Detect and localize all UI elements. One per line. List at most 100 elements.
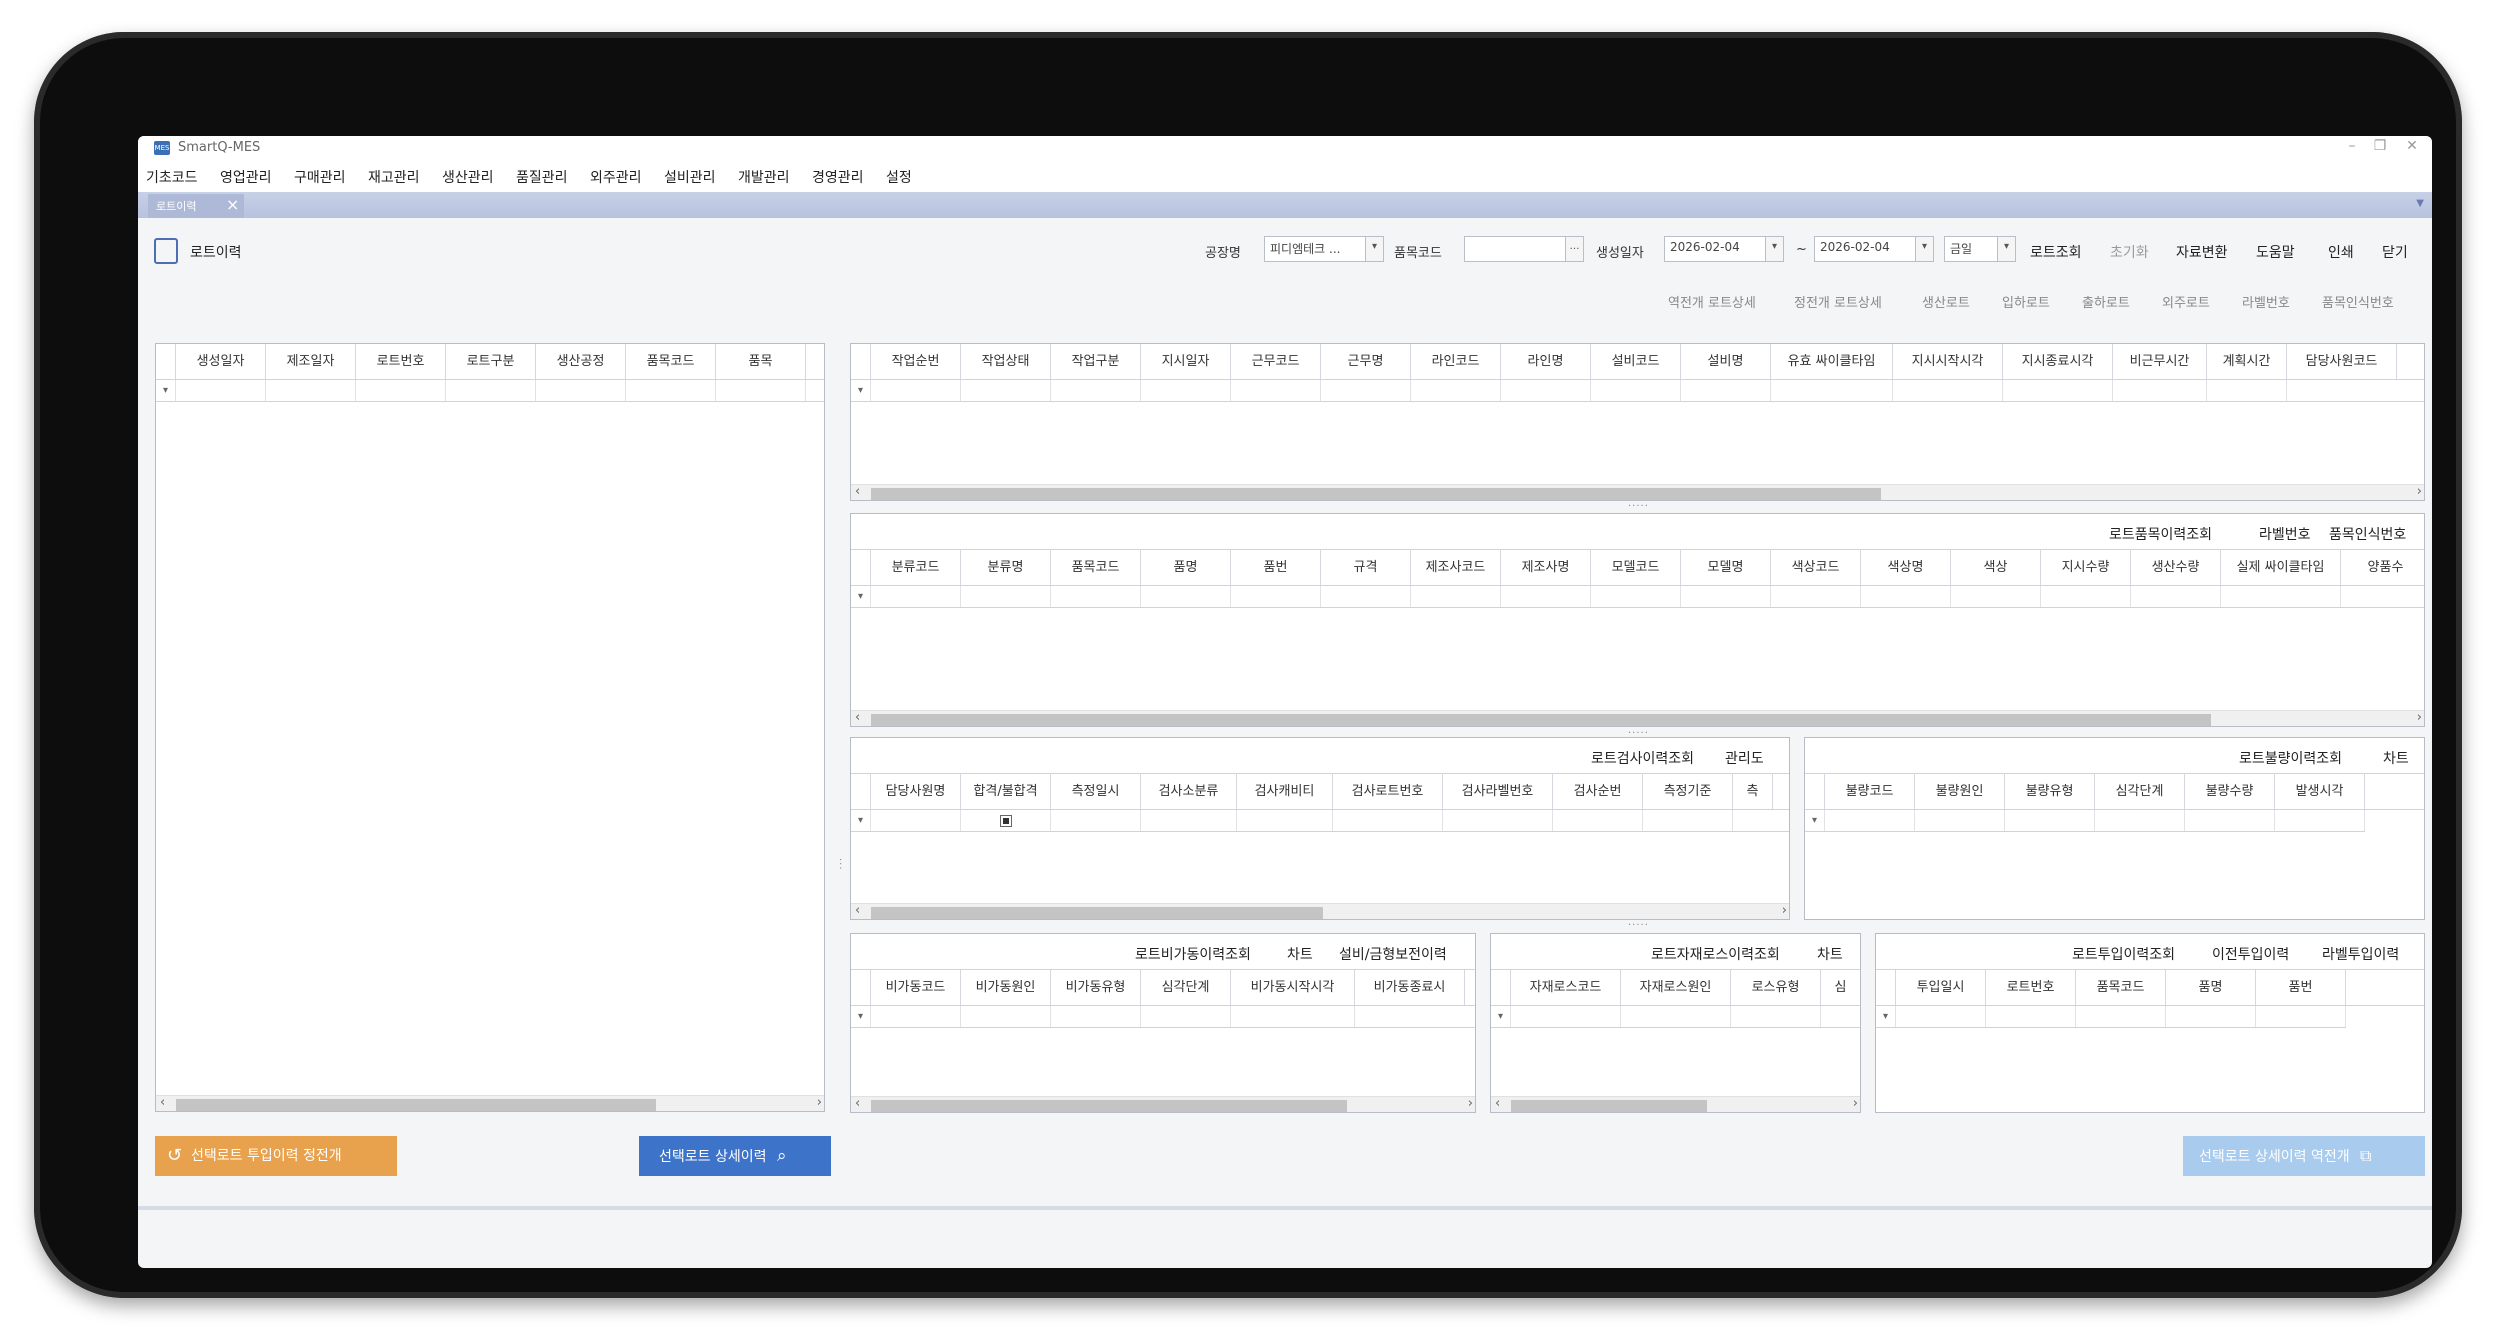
column-header[interactable]: 검사소분류 (1141, 774, 1237, 809)
column-header[interactable]: 제조사코드 (1411, 550, 1501, 585)
column-header[interactable]: 측정일시 (1051, 774, 1141, 809)
menu-inventory[interactable]: 재고관리 (368, 167, 420, 187)
scroll-right-icon[interactable]: › (2417, 484, 2422, 499)
column-header[interactable]: 심 (1821, 970, 1860, 1005)
column-header[interactable]: 검사순번 (1553, 774, 1643, 809)
vertical-splitter-handle[interactable]: ··· (834, 858, 845, 871)
column-header[interactable]: 색상명 (1861, 550, 1951, 585)
filter-row[interactable]: ▾ (851, 1006, 1475, 1028)
menu-settings[interactable]: 설정 (886, 167, 912, 187)
column-header[interactable]: 담당사원명 (871, 774, 961, 809)
scroll-thumb[interactable] (871, 1100, 1347, 1112)
chart-button[interactable]: 차트 (1817, 944, 1843, 964)
previous-input-history-button[interactable]: 이전투입이력 (2212, 944, 2289, 964)
label-number-button[interactable]: 라벨번호 (2259, 524, 2311, 544)
column-header[interactable]: 작업순번 (871, 344, 961, 379)
column-header[interactable]: 심각단계 (1141, 970, 1231, 1005)
column-header[interactable]: 분류명 (961, 550, 1051, 585)
reverse-lot-detail-button[interactable]: 역전개 로트상세 (1668, 292, 1756, 311)
column-header[interactable]: 비가동코드 (871, 970, 961, 1005)
control-chart-button[interactable]: 관리도 (1725, 748, 1764, 768)
column-header[interactable]: 검사로트번호 (1333, 774, 1443, 809)
menu-purchase[interactable]: 구매관리 (294, 167, 346, 187)
menu-basic-code[interactable]: 기초코드 (146, 167, 198, 187)
column-header[interactable]: 로트구분 (446, 344, 536, 379)
filter-row[interactable]: ▾ (1876, 1006, 2346, 1028)
column-header[interactable]: 제조일자 (266, 344, 356, 379)
column-header[interactable]: 품번 (2256, 970, 2346, 1005)
print-button[interactable]: 인쇄 (2328, 242, 2354, 262)
scroll-right-icon[interactable]: › (1468, 1096, 1473, 1111)
splitter-handle[interactable]: ····· (1628, 920, 1649, 931)
column-header[interactable]: 불량유형 (2005, 774, 2095, 809)
receiving-lot-button[interactable]: 입하로트 (2002, 292, 2050, 311)
ellipsis-icon[interactable]: … (1565, 237, 1583, 261)
column-header[interactable]: 비가동시작시각 (1231, 970, 1355, 1005)
column-header[interactable]: 지시수량 (2041, 550, 2131, 585)
scroll-left-icon[interactable]: ‹ (855, 1096, 860, 1111)
column-header[interactable]: 담당사원코드 (2287, 344, 2397, 379)
horizontal-scrollbar[interactable]: ‹ › (851, 1096, 1475, 1112)
column-header[interactable]: 로트번호 (1986, 970, 2076, 1005)
column-header[interactable]: 지시일자 (1141, 344, 1231, 379)
lot-item-history-query-button[interactable]: 로트품목이력조회 (2109, 524, 2212, 544)
scroll-right-icon[interactable]: › (1853, 1096, 1858, 1111)
forward-input-history-button[interactable]: ↺ 선택로트 투입이력 정전개 (155, 1136, 397, 1176)
column-header[interactable]: 생산공정 (536, 344, 626, 379)
horizontal-scrollbar[interactable]: ‹ › (1491, 1096, 1860, 1112)
column-header[interactable]: 품목코드 (626, 344, 716, 379)
column-header[interactable]: 심각단계 (2095, 774, 2185, 809)
lot-defect-query-button[interactable]: 로트불량이력조회 (2239, 748, 2342, 768)
column-header[interactable]: 작업구분 (1051, 344, 1141, 379)
column-header[interactable]: 발생시각 (2275, 774, 2365, 809)
column-header[interactable]: 합격/불합격 (961, 774, 1051, 809)
filter-row[interactable]: ▾ (851, 810, 1789, 832)
column-header[interactable]: 생성일자 (176, 344, 266, 379)
item-code-input[interactable]: … (1464, 236, 1584, 262)
production-lot-button[interactable]: 생산로트 (1922, 292, 1970, 311)
column-header[interactable]: 자재로스코드 (1511, 970, 1621, 1005)
column-header[interactable]: 불량원인 (1915, 774, 2005, 809)
lot-nonoperation-query-button[interactable]: 로트비가동이력조회 (1135, 944, 1251, 964)
date-to-picker[interactable]: 2026-02-04 ▾ (1814, 236, 1934, 262)
column-header[interactable]: 생산수량 (2131, 550, 2221, 585)
minimize-icon[interactable]: – (2342, 138, 2362, 154)
column-header[interactable]: 설비코드 (1591, 344, 1681, 379)
maintenance-history-button[interactable]: 설비/금형보전이력 (1339, 944, 1447, 964)
column-header[interactable]: 로스유형 (1731, 970, 1821, 1005)
horizontal-scrollbar[interactable]: ‹ › (851, 903, 1789, 919)
menu-sales[interactable]: 영업관리 (220, 167, 272, 187)
column-header[interactable]: 분류코드 (871, 550, 961, 585)
column-header[interactable]: 비가동원인 (961, 970, 1051, 1005)
maximize-icon[interactable]: ❐ (2370, 138, 2390, 154)
horizontal-scrollbar[interactable]: ‹ › (851, 484, 2424, 500)
column-header[interactable]: 계획시간 (2207, 344, 2287, 379)
scroll-thumb[interactable] (871, 714, 2211, 726)
forward-lot-detail-button[interactable]: 정전개 로트상세 (1794, 292, 1882, 311)
column-header[interactable]: 측정기준 (1643, 774, 1733, 809)
menu-development[interactable]: 개발관리 (738, 167, 790, 187)
column-header[interactable]: 비근무시간 (2113, 344, 2207, 379)
label-input-history-button[interactable]: 라벨투입이력 (2322, 944, 2399, 964)
filter-row[interactable]: ▾ (1805, 810, 2365, 832)
chevron-down-icon[interactable]: ▾ (1765, 237, 1783, 261)
close-button[interactable]: 닫기 (2382, 242, 2408, 262)
chart-button[interactable]: 차트 (2383, 748, 2409, 768)
column-header[interactable]: 색상코드 (1771, 550, 1861, 585)
column-header[interactable]: 비가동종료시 (1355, 970, 1465, 1005)
label-number-button[interactable]: 라벨번호 (2242, 292, 2290, 311)
filter-row[interactable]: ▾ (156, 380, 824, 402)
column-header[interactable]: 실제 싸이클타임 (2221, 550, 2341, 585)
column-header[interactable]: 모델명 (1681, 550, 1771, 585)
column-header[interactable]: 모델코드 (1591, 550, 1681, 585)
column-header[interactable]: 로트번호 (356, 344, 446, 379)
period-select[interactable]: 금일 ▾ (1944, 236, 2016, 262)
horizontal-scrollbar[interactable]: ‹ › (851, 710, 2424, 726)
tab-lot-history[interactable]: 로트이력 × (148, 194, 244, 218)
column-header[interactable]: 품명 (2166, 970, 2256, 1005)
column-header[interactable]: 설비명 (1681, 344, 1771, 379)
outsourcing-lot-button[interactable]: 외주로트 (2162, 292, 2210, 311)
column-header[interactable]: 작업상태 (961, 344, 1051, 379)
lot-inspection-query-button[interactable]: 로트검사이력조회 (1591, 748, 1694, 768)
shipping-lot-button[interactable]: 출하로트 (2082, 292, 2130, 311)
